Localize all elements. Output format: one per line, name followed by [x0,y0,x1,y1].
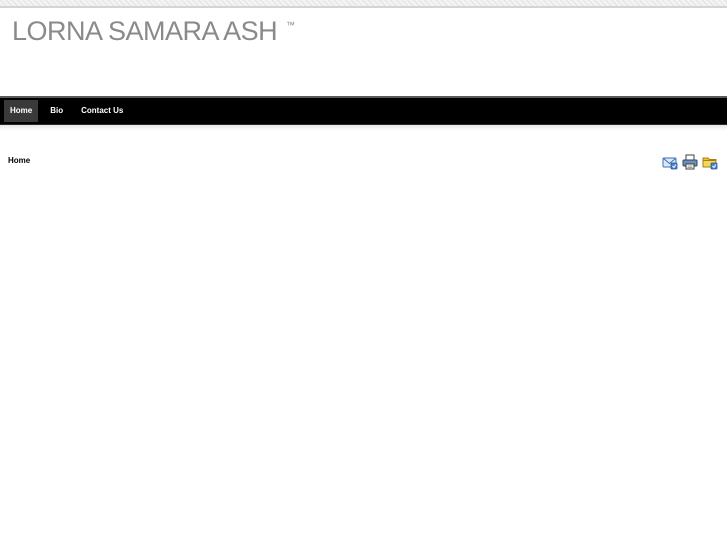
folder-icon [702,157,717,169]
email-button[interactable] [661,153,678,170]
trademark-mark: ™ [286,20,295,30]
site-header: LORNA SAMARA ASH ™ [0,10,727,96]
page-actions [661,153,718,170]
page: LORNA SAMARA ASH ™ Home Bio Contact Us H… [0,0,727,545]
nav-list: Home Bio Contact Us [0,98,727,124]
email-icon [662,157,677,169]
main-navigation: Home Bio Contact Us [0,96,727,125]
top-stripe [0,0,727,8]
nav-item-contact-us[interactable]: Contact Us [75,100,129,122]
nav-item-bio[interactable]: Bio [44,100,69,122]
print-icon [682,154,697,169]
page-heading: Home [8,156,31,165]
folder-button[interactable] [701,153,718,170]
print-button[interactable] [681,153,698,170]
nav-shadow [0,125,727,131]
nav-item-home[interactable]: Home [4,100,39,122]
site-title[interactable]: LORNA SAMARA ASH [12,16,278,47]
